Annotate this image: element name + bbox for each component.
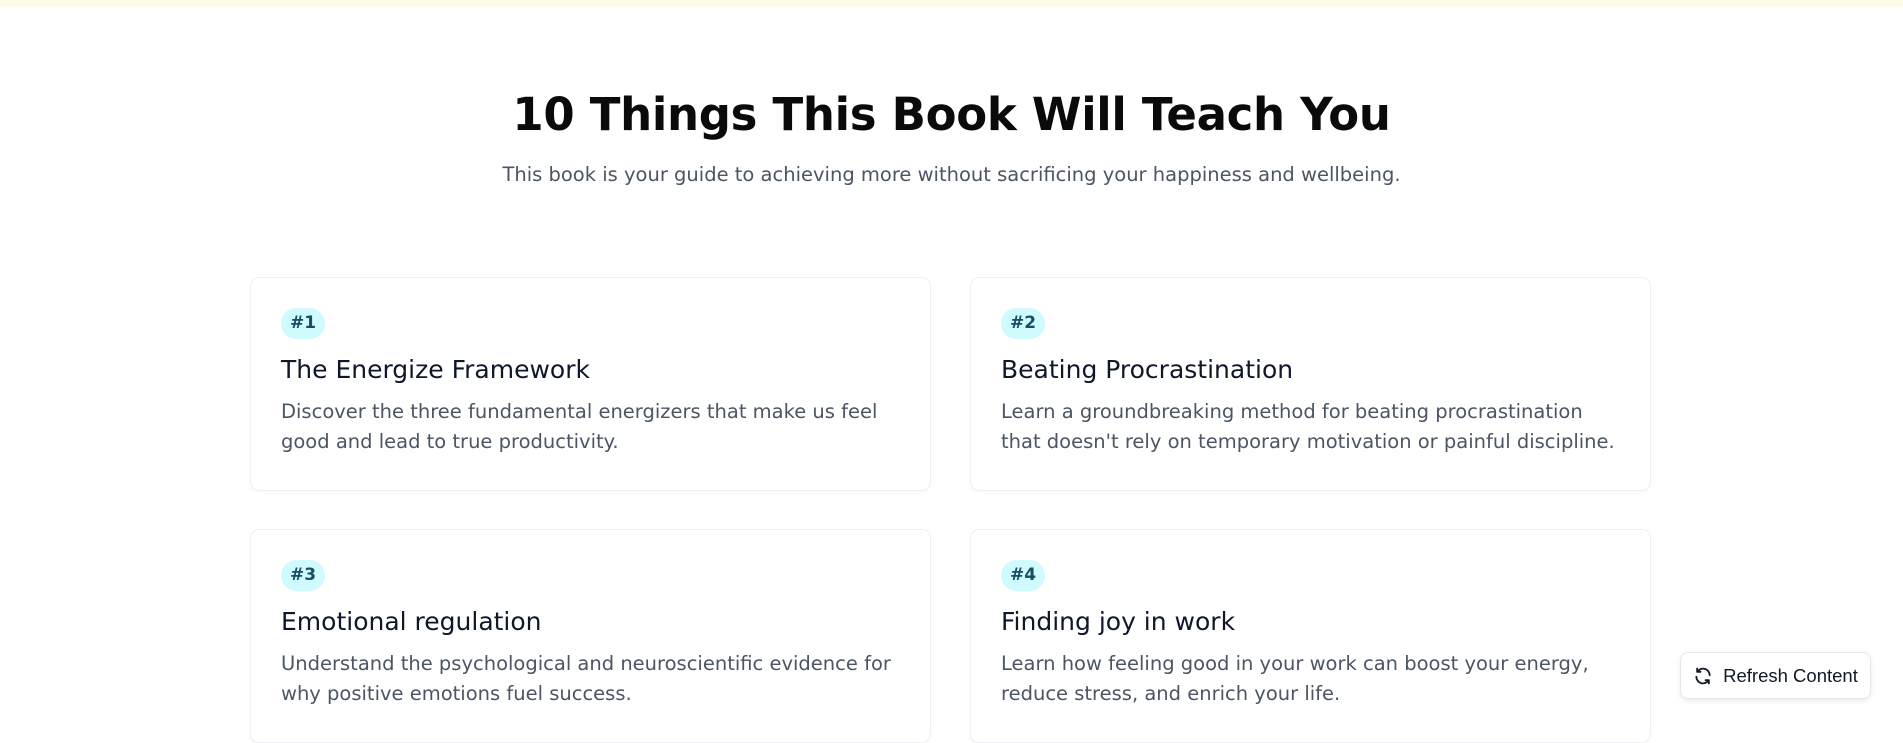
top-banner-strip (0, 0, 1903, 7)
refresh-icon (1693, 666, 1713, 686)
refresh-content-label: Refresh Content (1723, 664, 1858, 686)
page-title: 10 Things This Book Will Teach You (512, 88, 1391, 141)
lesson-title: Emotional regulation (281, 607, 542, 636)
lesson-card-2: #2 Beating Procrastination Learn a groun… (970, 277, 1651, 491)
lesson-card-1: #1 The Energize Framework Discover the t… (250, 277, 931, 491)
lesson-title: The Energize Framework (281, 355, 590, 384)
lesson-description: Learn how feeling good in your work can … (1001, 652, 1589, 705)
refresh-content-button[interactable]: Refresh Content (1680, 652, 1871, 699)
lesson-number-badge: #4 (1001, 560, 1046, 591)
lesson-card-3: #3 Emotional regulation Understand the p… (250, 529, 931, 743)
page-subtitle: This book is your guide to achieving mor… (502, 163, 1401, 186)
lesson-description: Understand the psychological and neurosc… (281, 652, 891, 705)
lesson-number-badge: #3 (281, 560, 326, 591)
lesson-title: Finding joy in work (1001, 607, 1236, 636)
lesson-number-badge: #1 (281, 308, 326, 339)
lesson-description: Discover the three fundamental energizer… (281, 400, 878, 453)
lesson-description: Learn a groundbreaking method for beatin… (1001, 400, 1615, 453)
page-header: 10 Things This Book Will Teach You This … (0, 82, 1903, 190)
lesson-title: Beating Procrastination (1001, 355, 1294, 384)
lesson-number-badge: #2 (1001, 308, 1046, 339)
lesson-card-4: #4 Finding joy in work Learn how feeling… (970, 529, 1651, 743)
